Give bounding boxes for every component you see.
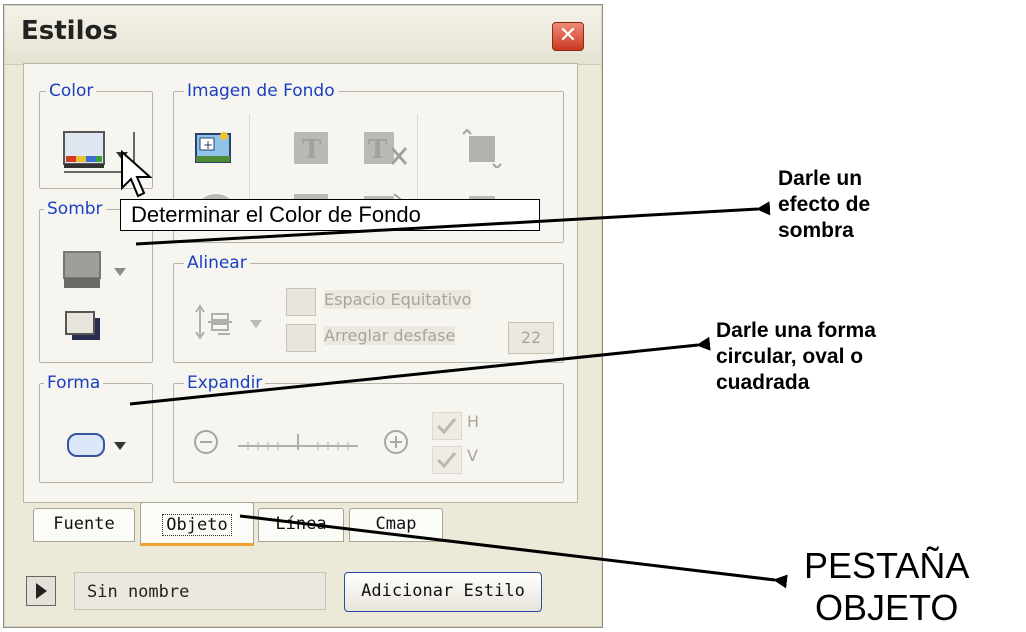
arrow-shape [129,336,711,406]
arrow-shadow [135,201,771,246]
arrow-tab [239,514,788,589]
annotation-arrows [129,201,788,589]
